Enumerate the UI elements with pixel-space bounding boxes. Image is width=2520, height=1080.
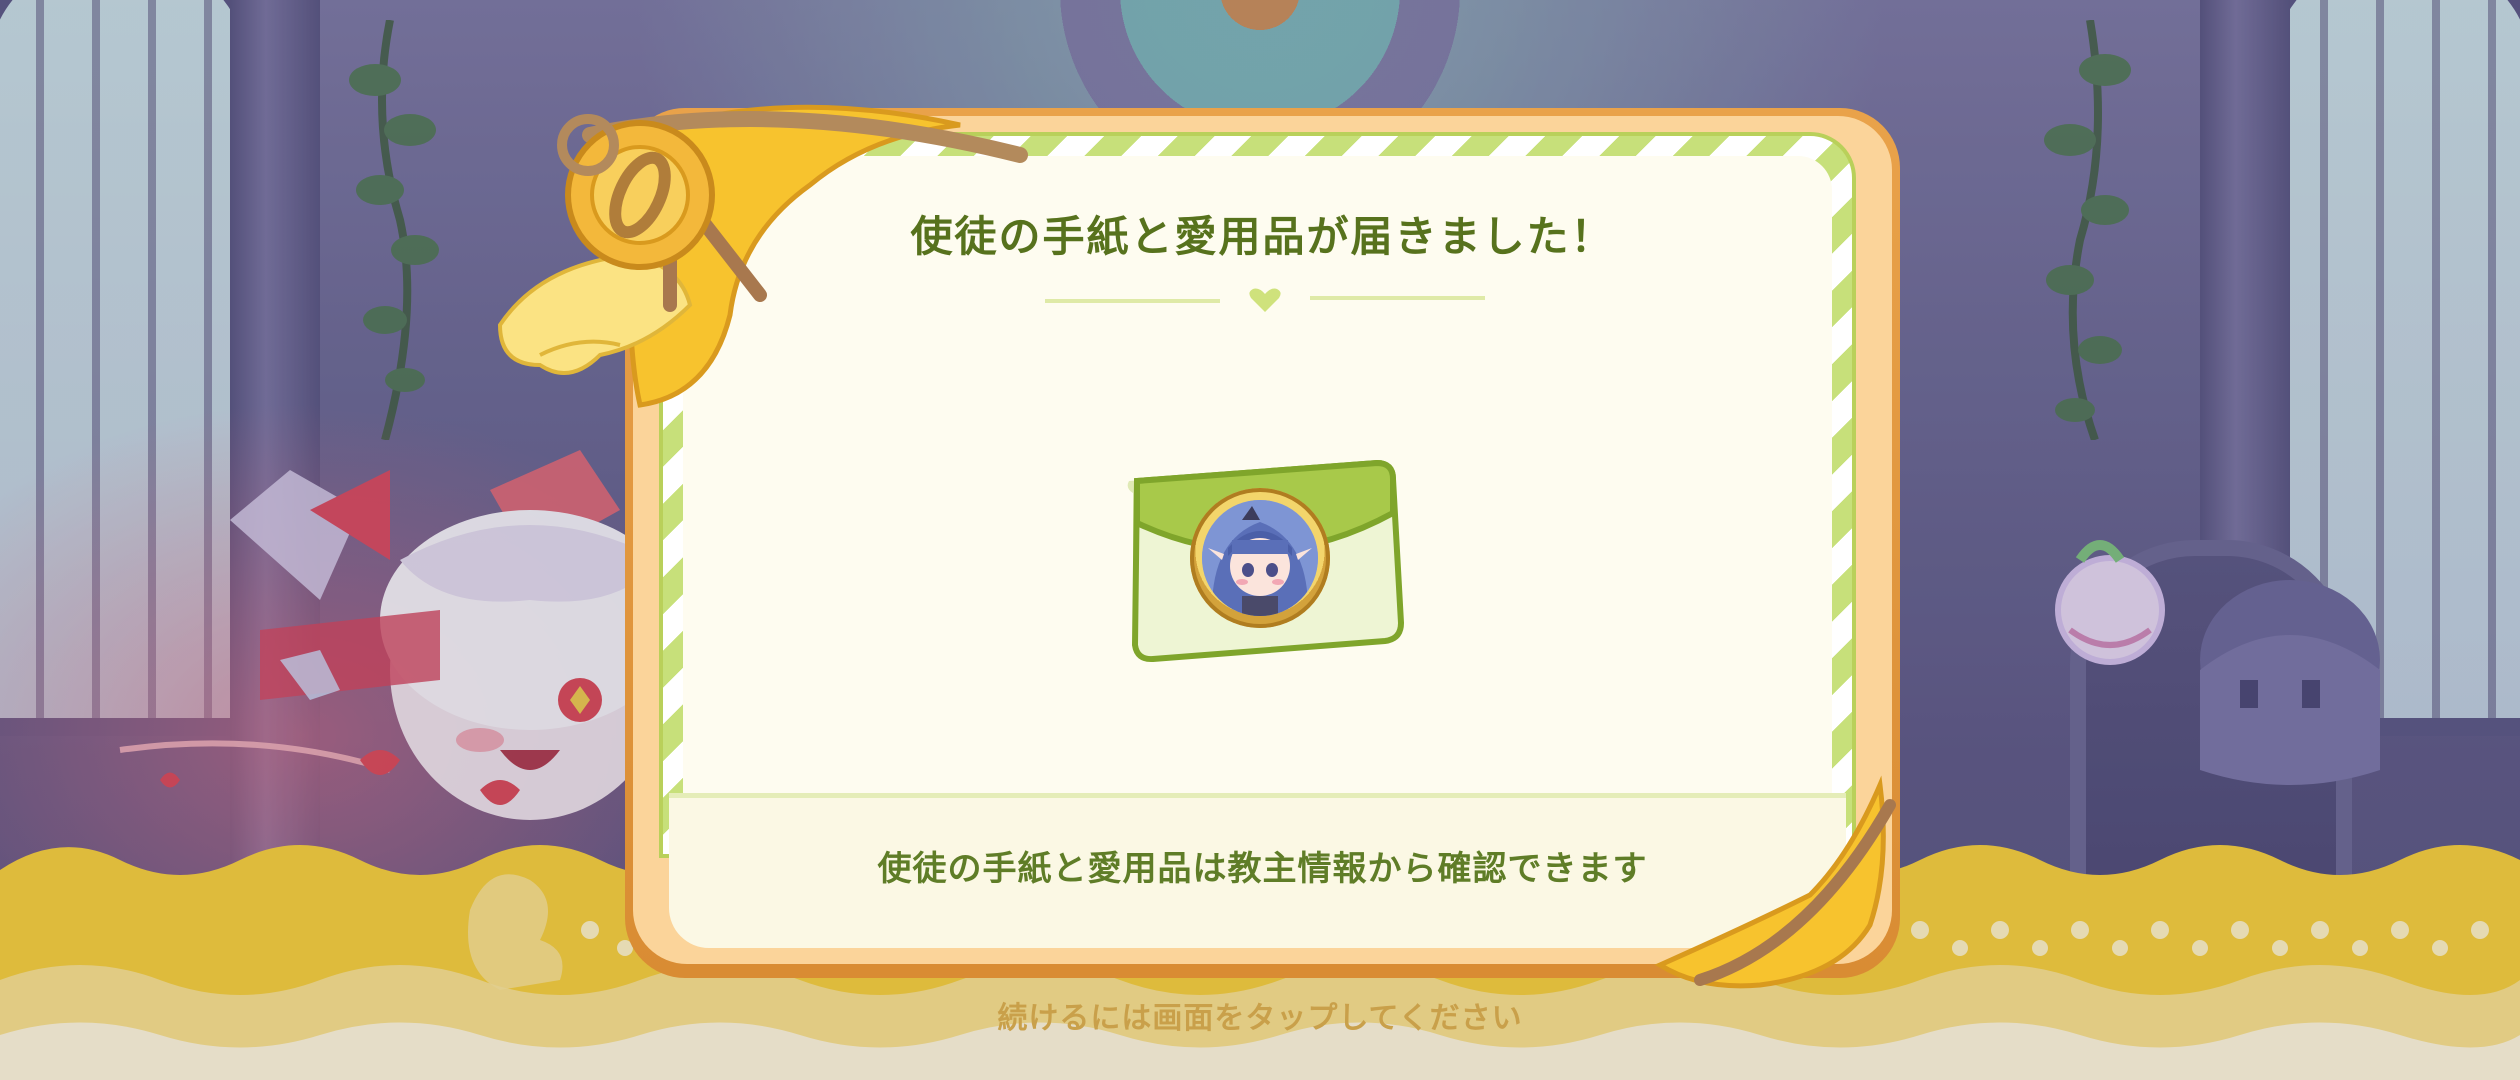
title-divider (1045, 288, 1485, 312)
wing-corner-ornament (1654, 775, 1896, 989)
heart-icon (1249, 288, 1281, 312)
tap-to-continue-hint: 続けるには画面をタップしてください (997, 1001, 1523, 1036)
character-portrait (1190, 488, 1330, 628)
wing-ribbon-ornament (497, 104, 1028, 408)
portrait-face (1202, 500, 1318, 616)
game-scene[interactable]: 使徒の手紙と愛用品が届きました！ 使徒の手紙と愛用品は教主情報から確認できます … (0, 0, 2520, 1080)
portrait-illustration (1202, 500, 1318, 616)
